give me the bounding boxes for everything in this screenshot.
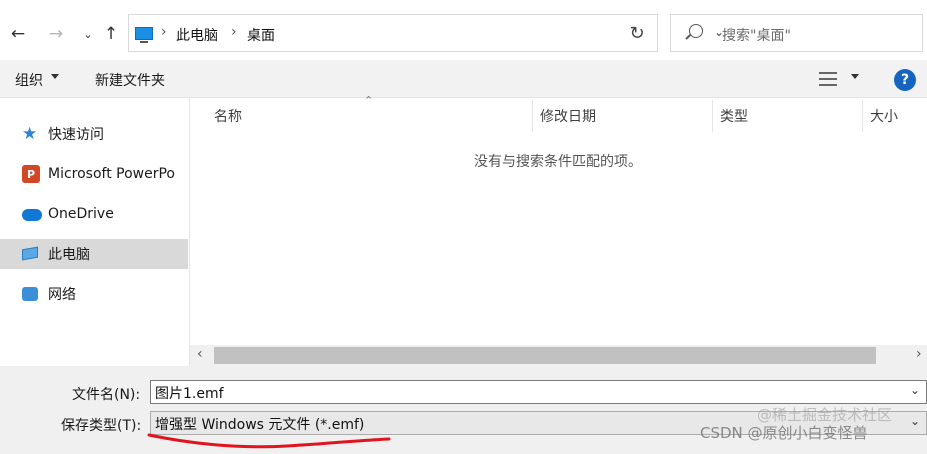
scrollbar-thumb[interactable] <box>214 347 876 364</box>
forward-arrow-icon[interactable]: → <box>44 22 68 46</box>
file-list[interactable]: ⌃ 名称 修改日期 类型 大小 没有与搜索条件匹配的项。 <box>190 94 927 348</box>
search-icon <box>689 24 703 38</box>
help-button[interactable]: ? <box>894 69 916 91</box>
horizontal-scrollbar[interactable]: ‹ › <box>190 345 927 366</box>
refresh-icon: ↻ <box>629 22 645 44</box>
new-folder-button[interactable]: 新建文件夹 <box>95 70 165 90</box>
view-options-icon[interactable] <box>819 72 837 86</box>
column-header-type[interactable]: 类型 <box>720 106 748 126</box>
column-header-size[interactable]: 大小 <box>870 106 898 126</box>
sidebar-item-powerpoint[interactable]: P Microsoft PowerPo <box>0 159 188 189</box>
filetype-dropdown-icon[interactable]: ⌄ <box>910 414 920 428</box>
navigation-pane: ★ 快速访问 P Microsoft PowerPo OneDrive 此电脑 … <box>0 98 190 366</box>
sort-ascending-icon: ⌃ <box>364 94 374 107</box>
search-input[interactable]: 搜索"桌面" <box>722 25 791 45</box>
filename-value[interactable]: 图片1.emf <box>155 383 224 403</box>
sidebar-item-label: Microsoft PowerPo <box>48 166 175 182</box>
scroll-right-icon[interactable]: › <box>916 346 922 362</box>
breadcrumb-chevron-icon[interactable]: › <box>161 24 167 40</box>
column-divider[interactable] <box>862 100 863 132</box>
this-pc-small-icon <box>135 27 153 43</box>
view-caret-icon[interactable] <box>851 74 859 79</box>
navigation-bar: ← → ⌄ ↑ › 此电脑 › 桌面 ⌄ ↻ 搜索"桌面" <box>0 0 927 66</box>
sidebar-item-quick-access[interactable]: ★ 快速访问 <box>0 119 188 149</box>
breadcrumb-desktop[interactable]: 桌面 <box>247 25 275 45</box>
sidebar-item-label: 快速访问 <box>48 127 104 143</box>
filename-field[interactable]: 图片1.emf ⌄ <box>150 380 927 404</box>
breadcrumb-this-pc[interactable]: 此电脑 <box>176 25 218 45</box>
column-divider[interactable] <box>712 100 713 132</box>
up-arrow-icon[interactable]: ↑ <box>99 22 123 46</box>
this-pc-icon <box>22 245 40 263</box>
sidebar-item-onedrive[interactable]: OneDrive <box>0 199 188 229</box>
sidebar-item-network[interactable]: 网络 <box>0 279 188 309</box>
red-underline-annotation <box>147 433 391 449</box>
onedrive-cloud-icon <box>22 205 42 223</box>
column-header-modified[interactable]: 修改日期 <box>540 106 596 126</box>
sidebar-item-label: 网络 <box>48 287 76 303</box>
network-icon <box>22 285 40 303</box>
filetype-label: 保存类型(T): <box>61 418 142 434</box>
filename-dropdown-icon[interactable]: ⌄ <box>910 383 920 397</box>
recent-locations-chevron-icon[interactable]: ⌄ <box>76 22 100 46</box>
address-bar[interactable]: › 此电脑 › 桌面 ⌄ <box>128 14 724 52</box>
watermark-csdn: CSDN @原创小白变怪兽 <box>700 424 868 442</box>
command-toolbar: 组织 新建文件夹 ? <box>0 60 927 98</box>
refresh-button[interactable]: ↻ <box>617 14 658 52</box>
sidebar-item-this-pc[interactable]: 此电脑 <box>0 239 188 269</box>
sidebar-item-label: OneDrive <box>48 206 114 222</box>
filename-label: 文件名(N): <box>72 387 141 403</box>
powerpoint-icon: P <box>22 165 40 183</box>
back-arrow-icon[interactable]: ← <box>6 22 30 46</box>
empty-folder-message: 没有与搜索条件匹配的项。 <box>474 154 642 170</box>
breadcrumb-chevron-icon[interactable]: › <box>231 24 237 40</box>
sidebar-item-label: 此电脑 <box>48 247 90 263</box>
organize-button[interactable]: 组织 <box>15 70 43 90</box>
column-divider[interactable] <box>532 100 533 132</box>
quick-access-star-icon: ★ <box>22 124 38 144</box>
search-box[interactable]: 搜索"桌面" <box>670 14 923 52</box>
column-header-name[interactable]: 名称 <box>214 106 242 126</box>
organize-caret-icon[interactable] <box>51 74 59 79</box>
scroll-left-icon[interactable]: ‹ <box>197 346 203 362</box>
